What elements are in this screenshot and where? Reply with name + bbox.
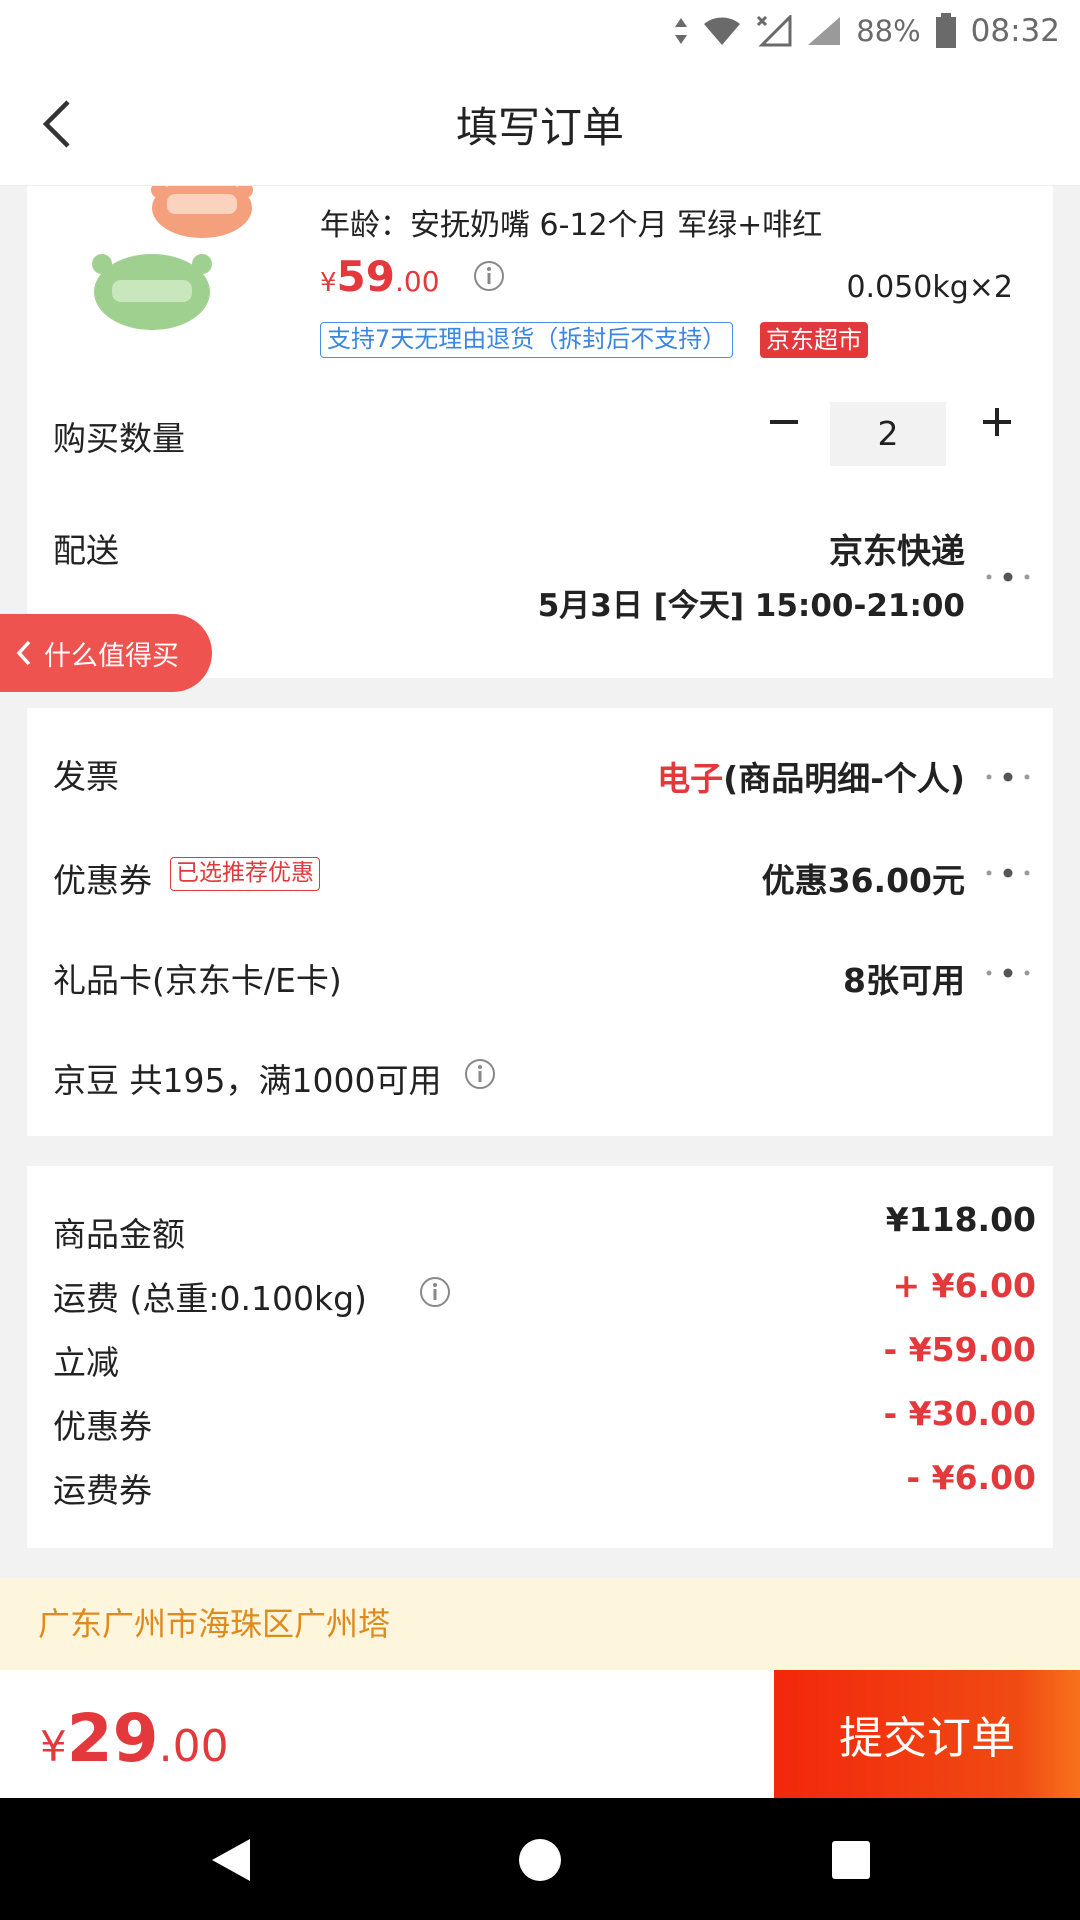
amount-row: 立减 - ¥59.00 [53, 1330, 1036, 1386]
whats-worth-buying-tab[interactable]: 什么值得买 [0, 614, 212, 692]
amount-value: - ¥6.00 [906, 1458, 1036, 1497]
gift-card-label: 礼品卡(京东卡/E卡) [53, 961, 342, 1000]
amount-value: - ¥59.00 [883, 1330, 1036, 1369]
delivery-time[interactable]: 5月3日 [今天] 15:00-21:00 [538, 580, 965, 625]
quantity-label: 购买数量 [53, 419, 185, 458]
quantity-stepper[interactable]: 2 [830, 402, 946, 466]
amount-label: 立减 [53, 1343, 119, 1382]
amount-row: 商品金额 ¥118.00 [53, 1200, 1036, 1258]
submit-order-button[interactable]: 提交订单 [774, 1670, 1080, 1798]
info-icon[interactable] [473, 260, 505, 292]
page-title: 填写订单 [455, 103, 624, 152]
amount-row: 优惠券 - ¥30.00 [53, 1394, 1036, 1450]
jd-beans-label: 京豆 共195，满1000可用 [53, 1061, 442, 1100]
total-decimal: .00 [158, 1721, 229, 1772]
battery-percent: 88% [856, 14, 921, 48]
amount-row: 运费券 - ¥6.00 [53, 1458, 1036, 1514]
amount-row: 运费 (总重:0.100kg) + ¥6.00 [53, 1266, 1036, 1322]
amount-label: 商品金额 [53, 1215, 185, 1254]
decrease-quantity-button[interactable] [762, 400, 806, 444]
checkout-bar: ¥ 29 .00 提交订单 [0, 1670, 1080, 1798]
return-policy-tag: 支持7天无理由退货（拆封后不支持） [320, 322, 734, 358]
info-icon[interactable] [419, 1276, 451, 1308]
nav-recents-icon[interactable] [826, 1835, 876, 1885]
float-tab-label: 什么值得买 [44, 640, 179, 672]
price-integer: 59 [336, 252, 395, 301]
system-nav-bar [0, 1798, 1080, 1920]
coupon-recommended-tag: 已选推荐优惠 [170, 857, 320, 891]
invoice-detail: (商品明细-个人) [723, 759, 965, 798]
more-dots-icon[interactable] [983, 866, 1033, 880]
coupon-value[interactable]: 优惠36.00元 [762, 854, 965, 902]
info-icon[interactable] [464, 1058, 496, 1090]
shipping-address-bar[interactable]: 广东广州市海珠区广州塔 [0, 1578, 1080, 1670]
page-header: 填写订单 [0, 62, 1080, 186]
signal-icon [808, 17, 841, 45]
signal-x-icon [757, 15, 792, 47]
delivery-label: 配送 [53, 531, 119, 570]
nav-home-icon[interactable] [515, 1835, 565, 1885]
invoice-type: 电子 [657, 759, 724, 798]
amount-label: 优惠券 [53, 1407, 152, 1446]
product-attributes: 年龄：安抚奶嘴 6-12个月 军绿+啡红 [320, 208, 823, 243]
increase-quantity-button[interactable] [975, 400, 1019, 444]
clock: 08:32 [970, 13, 1060, 49]
coupon-label: 优惠券 [53, 861, 152, 900]
amount-value: + ¥6.00 [892, 1266, 1036, 1305]
product-weight: 0.050kg×2 [846, 270, 1013, 305]
product-price: ¥ 59 .00 [320, 252, 440, 301]
price-currency: ¥ [320, 268, 337, 298]
nav-back-icon[interactable] [206, 1835, 256, 1885]
amount-value: - ¥30.00 [883, 1394, 1036, 1433]
total-currency: ¥ [40, 1722, 67, 1771]
more-dots-icon[interactable] [983, 570, 1033, 584]
wifi-icon [704, 17, 741, 45]
price-decimal: .00 [395, 265, 440, 298]
chevron-left-icon [16, 640, 31, 666]
order-item-card: 年龄：安抚奶嘴 6-12个月 军绿+啡红 ¥ 59 .00 0.050kg×2 … [27, 186, 1053, 678]
total-integer: 29 [66, 1700, 159, 1777]
status-bar: 88% 08:32 [0, 0, 1080, 62]
more-dots-icon[interactable] [983, 770, 1033, 784]
invoice-label: 发票 [53, 757, 119, 796]
battery-icon [935, 13, 956, 48]
total-price: ¥ 29 .00 [40, 1700, 229, 1777]
more-dots-icon[interactable] [983, 966, 1033, 980]
delivery-method[interactable]: 京东快递 [829, 524, 965, 573]
data-arrows-icon [675, 18, 688, 44]
amount-summary-card: 商品金额 ¥118.00 运费 (总重:0.100kg) + ¥6.00 立减 … [27, 1166, 1053, 1548]
invoice-value[interactable]: 电子(商品明细-个人) [657, 752, 965, 800]
product-image[interactable] [67, 186, 267, 356]
amount-label: 运费券 [53, 1471, 152, 1510]
amount-value: ¥118.00 [885, 1200, 1036, 1239]
gift-card-value[interactable]: 8张可用 [843, 954, 965, 1002]
store-tag: 京东超市 [760, 322, 868, 358]
amount-label: 运费 (总重:0.100kg) [53, 1279, 367, 1318]
order-options-card: 发票 电子(商品明细-个人) 优惠券 已选推荐优惠 优惠36.00元 礼品卡(京… [27, 708, 1053, 1136]
